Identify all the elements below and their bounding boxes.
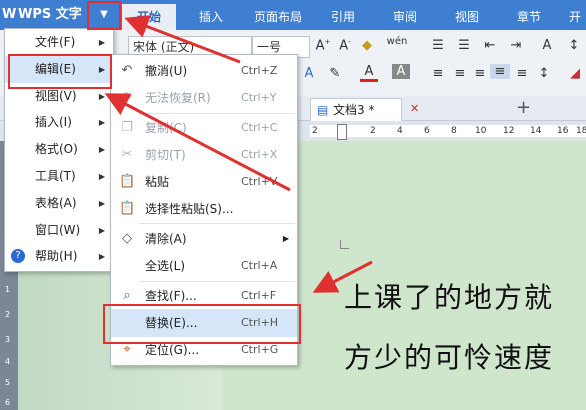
arrow-to-dropdown [124,15,241,64]
arrow-to-edit [104,93,291,192]
annotation-arrows [104,15,373,293]
arrow-to-replace [312,260,373,293]
